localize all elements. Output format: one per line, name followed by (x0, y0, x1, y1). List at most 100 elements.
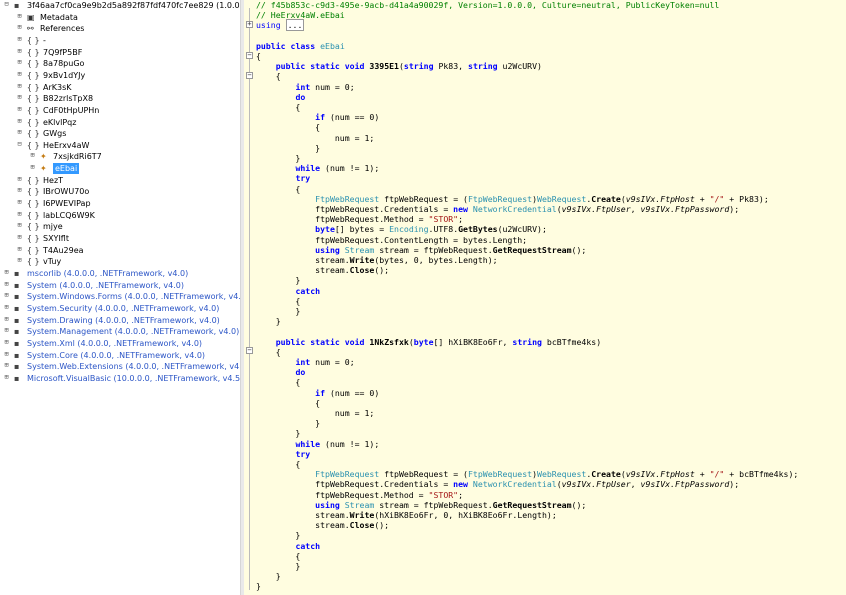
tree-reference-assembly[interactable]: ⊞ ▪ System.Core (4.0.0.0, .NETFramework, v… (0, 350, 240, 361)
code-line: } (256, 428, 301, 439)
namespace-icon: { } (27, 199, 39, 209)
tree-namespace[interactable]: ⊞ { } SXYIflt (0, 233, 240, 244)
tree-node-label: labLCQ6W9K (43, 210, 95, 220)
metadata-icon: ▣ (27, 12, 35, 22)
code-line: { (256, 51, 261, 61)
tree-reference-assembly[interactable]: ⊞ ▪ System.Web.Extensions (4.0.0.0, .NETFr… (0, 361, 240, 372)
assembly-icon: ▪ (14, 1, 20, 10)
code-line: try (295, 448, 311, 459)
code-line: { (256, 122, 321, 133)
fold-toggle[interactable]: − (246, 52, 253, 59)
expand-icon[interactable]: ⊞ (16, 117, 23, 125)
expand-icon[interactable]: ⊞ (16, 105, 23, 113)
tree-namespace[interactable]: ⊞ { } labLCQ6W9K (0, 210, 240, 221)
tree-reference-assembly[interactable]: ⊞ ▪ System.Windows.Forms (4.0.0.0, .NETFra… (0, 291, 240, 302)
expand-icon[interactable]: ⊞ (16, 175, 23, 183)
namespace-icon: { } (27, 129, 39, 139)
tree-folder[interactable]: ⊞ ⚯ References (0, 23, 240, 34)
tree-namespace[interactable]: ⊞ { } mjye (0, 221, 240, 232)
tree-namespace[interactable]: ⊞ { } IBrOWU70o (0, 186, 240, 197)
expand-icon[interactable]: ⊞ (3, 280, 10, 288)
code-line: } (256, 571, 281, 582)
tree-reference-assembly[interactable]: ⊞ ▪ Microsoft.VisualBasic (10.0.0.0, .NETF… (0, 373, 240, 384)
tree-namespace[interactable]: ⊞ { } vTuy (0, 256, 240, 267)
expand-icon[interactable]: ⊞ (3, 338, 10, 346)
tree-root-assembly[interactable]: ⊟ ▪ 3f46aa7cf0ca9e9b2d5a892f87fdf470fc7ee8… (0, 0, 240, 11)
tree-node-label: System.Web.Extensions (4.0.0.0, .NETFram… (27, 362, 240, 372)
tree-node-label: 3f46aa7cf0ca9e9b2d5a892f87fdf470fc7ee829… (27, 1, 240, 10)
namespace-icon: { } (27, 140, 39, 150)
expand-icon[interactable]: ⊞ (29, 152, 36, 159)
collapse-icon[interactable]: ⊟ (3, 1, 10, 8)
code-editor[interactable]: // f45b853c-c9d3-495e-9acb-d41a4a90029f,… (244, 0, 846, 595)
code-line: } (256, 316, 281, 327)
tree-namespace[interactable]: ⊞ { } GWgs (0, 128, 240, 139)
tree-reference-assembly[interactable]: ⊞ ▪ System (4.0.0.0, .NETFramework, v4.0) (0, 280, 240, 291)
expand-icon[interactable]: ⊞ (16, 47, 23, 55)
expand-icon[interactable]: ⊞ (16, 59, 23, 66)
expand-icon[interactable]: ⊞ (3, 268, 10, 276)
tree-reference-assembly[interactable]: ⊞ ▪ System.Drawing (4.0.0.0, .NETFramework… (0, 315, 240, 326)
expand-icon[interactable]: ⊞ (3, 362, 10, 369)
tree-namespace[interactable]: ⊞ { } T4Au29ea (0, 245, 240, 256)
tree-class[interactable]: ⊞ ✦ 7xsjkdRi6T7 (0, 151, 240, 162)
tree-reference-assembly[interactable]: ⊞ ▪ System.Management (4.0.0.0, .NETFramew… (0, 326, 240, 337)
code-line: using Stream stream = ftpWebRequest.GetR… (315, 499, 587, 510)
assembly-explorer-tree[interactable]: ⊟ ▪ 3f46aa7cf0ca9e9b2d5a892f87fdf470fc7ee8… (0, 0, 240, 595)
tree-namespace[interactable]: ⊞ { } B82zrlsTpX8 (0, 93, 240, 104)
fold-toggle[interactable]: − (246, 347, 253, 354)
expand-icon[interactable]: ⊞ (16, 12, 23, 20)
code-line: num = 1; (256, 408, 375, 418)
fold-toggle[interactable]: + (246, 21, 253, 28)
tree-node-label: HeErxv4aW (43, 140, 90, 150)
tree-namespace[interactable]: ⊞ { } I6PWEVIPap (0, 198, 240, 209)
expand-icon[interactable]: ⊞ (16, 222, 23, 229)
expand-icon[interactable]: ⊞ (16, 82, 23, 90)
tree-namespace[interactable]: ⊞ { } ArK3sK (0, 82, 240, 93)
expand-icon[interactable]: ⊞ (16, 35, 23, 43)
expand-icon[interactable]: ⊞ (16, 199, 23, 206)
fold-toggle[interactable]: − (246, 72, 253, 79)
assembly-icon: ▪ (14, 362, 20, 372)
tree-namespace[interactable]: ⊞ { } 8a78puGo (0, 58, 240, 69)
tree-reference-assembly[interactable]: ⊞ ▪ mscorlib (4.0.0.0, .NETFramework, v4.0… (0, 268, 240, 279)
tree-namespace[interactable]: ⊞ { } - (0, 35, 240, 46)
collapse-icon[interactable]: ⊟ (16, 140, 23, 148)
expand-icon[interactable]: ⊞ (16, 257, 23, 264)
expand-icon[interactable]: ⊞ (3, 373, 10, 381)
expand-icon[interactable]: ⊞ (16, 187, 23, 194)
expand-icon[interactable]: ⊞ (3, 292, 10, 299)
tree-reference-assembly[interactable]: ⊞ ▪ System.Xml (4.0.0.0, .NETFramework, v4… (0, 338, 240, 349)
tree-namespace[interactable]: ⊞ { } CdF0tHpUPHn (0, 105, 240, 116)
tree-reference-assembly[interactable]: ⊞ ▪ System.Security (4.0.0.0, .NETFramewor… (0, 303, 240, 314)
expand-icon[interactable]: ⊞ (16, 70, 23, 78)
namespace-icon: { } (27, 245, 39, 255)
references-icon: ⚯ (27, 24, 34, 34)
code-line: ftpWebRequest.Credentials = new NetworkC… (256, 204, 740, 214)
expand-icon[interactable]: ⊞ (16, 245, 23, 253)
collapsed-using-button[interactable]: ... (285, 19, 305, 32)
tree-folder[interactable]: ⊞ ▣ Metadata (0, 12, 240, 23)
expand-icon[interactable]: ⊞ (16, 210, 23, 218)
tree-node-label: T4Au29ea (43, 245, 84, 255)
tree-namespace[interactable]: ⊞ { } 7Q9fP5BF (0, 47, 240, 58)
tree-namespace[interactable]: ⊞ { } HezT (0, 175, 240, 186)
tree-namespace[interactable]: ⊞ { } 9xBv1dYJy (0, 70, 240, 81)
expand-icon[interactable]: ⊞ (3, 350, 10, 358)
tree-namespace[interactable]: ⊟ { } HeErxv4aW (0, 140, 240, 151)
expand-icon[interactable]: ⊞ (16, 129, 23, 136)
tree-namespace[interactable]: ⊞ { } eKlvlPqz (0, 117, 240, 128)
expand-icon[interactable]: ⊞ (3, 315, 10, 323)
code-line: while (num != 1); (295, 438, 380, 449)
expand-icon[interactable]: ⊞ (16, 234, 23, 241)
namespace-icon: { } (27, 210, 39, 220)
tree-class[interactable]: ⊞ ✦ eEbai (0, 163, 240, 175)
code-line: public static void 3395E1(string Pk83, s… (275, 61, 542, 72)
expand-icon[interactable]: ⊞ (3, 303, 10, 311)
expand-icon[interactable]: ⊞ (3, 327, 10, 334)
expand-icon[interactable]: ⊞ (16, 94, 23, 101)
code-line: } (256, 581, 261, 592)
expand-icon[interactable]: ⊞ (29, 164, 36, 171)
expand-icon[interactable]: ⊞ (16, 24, 23, 31)
namespace-icon: { } (27, 70, 39, 80)
